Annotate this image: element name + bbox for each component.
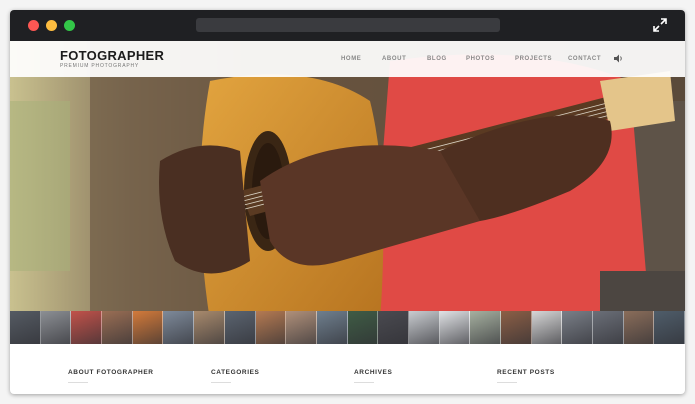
footer-heading-archives: ARCHIVES — [354, 369, 393, 376]
thumbnail-image[interactable] — [316, 311, 348, 344]
address-bar[interactable] — [196, 18, 500, 32]
divider — [68, 382, 88, 383]
nav-about[interactable]: ABOUT — [382, 56, 406, 62]
divider — [354, 382, 374, 383]
thumbnail-strip — [10, 311, 685, 344]
thumbnail-image[interactable] — [286, 311, 317, 344]
close-window-button[interactable] — [28, 20, 39, 31]
window-titlebar — [10, 10, 685, 41]
maximize-window-button[interactable] — [64, 20, 75, 31]
thumbnail-image[interactable] — [470, 311, 501, 344]
minimize-window-button[interactable] — [46, 20, 57, 31]
nav-blog[interactable]: BLOG — [427, 56, 447, 62]
footer-heading-categories: CATEGORIES — [211, 369, 260, 376]
nav-home[interactable]: HOME — [341, 56, 361, 62]
thumbnail-image[interactable] — [562, 311, 594, 344]
nav-photos[interactable]: PHOTOS — [466, 56, 495, 62]
divider — [211, 382, 231, 383]
thumbnail-image[interactable] — [71, 311, 103, 344]
hero-image — [10, 41, 685, 321]
footer-heading-recent-posts: RECENT POSTS — [497, 369, 555, 376]
thumbnail-image[interactable] — [347, 311, 379, 344]
thumbnail-image[interactable] — [10, 311, 41, 344]
thumbnail-image[interactable] — [40, 311, 72, 344]
thumbnail-image[interactable] — [501, 311, 532, 344]
site-header: FOTOGRAPHER PREMIUM PHOTOGRAPHY HOME ABO… — [10, 41, 685, 77]
site-tagline: PREMIUM PHOTOGRAPHY — [60, 63, 140, 69]
nav-projects[interactable]: PROJECTS — [515, 56, 552, 62]
thumbnail-image[interactable] — [593, 311, 624, 344]
thumbnail-image[interactable] — [623, 311, 655, 344]
guitar-player-photo — [10, 41, 685, 321]
browser-window: FOTOGRAPHER PREMIUM PHOTOGRAPHY HOME ABO… — [10, 10, 685, 394]
divider — [497, 382, 517, 383]
thumbnail-image[interactable] — [224, 311, 256, 344]
speaker-icon[interactable] — [614, 54, 624, 63]
thumbnail-image[interactable] — [654, 311, 685, 344]
thumbnail-image[interactable] — [102, 311, 133, 344]
thumbnail-image[interactable] — [132, 311, 164, 344]
thumbnail-image[interactable] — [408, 311, 440, 344]
expand-arrows-icon[interactable] — [652, 17, 668, 33]
nav-contact[interactable]: CONTACT — [568, 56, 601, 62]
thumbnail-image[interactable] — [255, 311, 287, 344]
thumbnail-image[interactable] — [163, 311, 195, 344]
thumbnail-image[interactable] — [194, 311, 225, 344]
thumbnail-image[interactable] — [531, 311, 563, 344]
footer-heading-about: ABOUT FOTOGRAPHER — [68, 369, 154, 376]
site-logo[interactable]: FOTOGRAPHER — [60, 48, 164, 63]
thumbnail-image[interactable] — [439, 311, 471, 344]
thumbnail-image[interactable] — [378, 311, 409, 344]
